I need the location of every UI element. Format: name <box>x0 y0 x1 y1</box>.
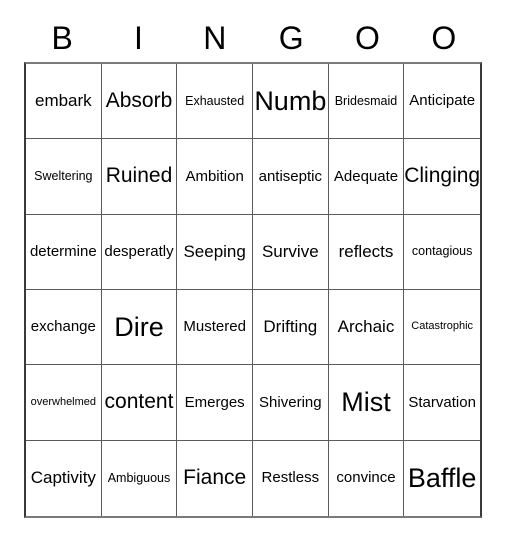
bingo-cell[interactable]: reflects <box>328 214 405 290</box>
bingo-cell-label: Restless <box>261 469 320 487</box>
bingo-cell[interactable]: convince <box>328 440 405 516</box>
bingo-cell[interactable]: content <box>101 365 178 441</box>
bingo-header-letter-1: B <box>51 20 73 56</box>
bingo-cell-label: Dire <box>114 311 164 342</box>
bingo-cell[interactable]: Mist <box>328 365 405 441</box>
bingo-cell-label: Survive <box>261 241 319 261</box>
bingo-cell-label: overwhelmed <box>30 395 97 408</box>
bingo-cell-label: Clinging <box>404 164 480 188</box>
bingo-cell-label: Fiance <box>183 466 247 490</box>
bingo-cell[interactable]: antiseptic <box>252 139 329 215</box>
bingo-cell-label: Mustered <box>183 318 246 336</box>
bingo-cell[interactable]: Mustered <box>177 290 253 366</box>
bingo-cell[interactable]: Ambiguous <box>101 440 178 516</box>
bingo-cell-label: Starvation <box>408 393 476 411</box>
bingo-header-row: B I N G O O <box>24 16 482 60</box>
bingo-cell-label: Mist <box>341 387 391 418</box>
bingo-cell-label: antiseptic <box>258 167 322 185</box>
bingo-cell[interactable]: exchange <box>26 290 102 366</box>
bingo-cell-label: Shivering <box>259 393 322 411</box>
bingo-cell[interactable]: Ruined <box>101 139 178 215</box>
bingo-cell[interactable]: Catastrophic <box>404 290 480 366</box>
bingo-cell-label: Ambiguous <box>107 470 171 485</box>
bingo-cell-label: Bridesmaid <box>334 93 398 108</box>
bingo-cell-label: Emerges <box>184 393 245 411</box>
bingo-cell[interactable]: Baffle <box>404 440 480 516</box>
bingo-cell-label: determine <box>29 242 97 260</box>
bingo-cell-label: Captivity <box>30 468 96 488</box>
bingo-cell-label: convince <box>336 469 396 487</box>
bingo-cell[interactable]: Fiance <box>177 440 253 516</box>
bingo-cell[interactable]: Starvation <box>404 365 480 441</box>
bingo-cell-label: Seeping <box>183 241 246 261</box>
bingo-cell-label: Adequate <box>333 167 399 185</box>
bingo-cell-label: exchange <box>30 318 96 336</box>
bingo-cell-label: Absorb <box>105 89 173 113</box>
bingo-cell[interactable]: overwhelmed <box>26 365 102 441</box>
bingo-cell-label: content <box>104 390 174 414</box>
bingo-cell[interactable]: desperatly <box>101 214 178 290</box>
bingo-cell[interactable]: Absorb <box>101 64 178 140</box>
bingo-cell-label: Catastrophic <box>411 320 474 333</box>
bingo-cell-label: contagious <box>411 244 473 259</box>
bingo-cell-label: desperatly <box>104 242 174 260</box>
bingo-cell-label: embark <box>34 91 92 111</box>
bingo-cell-label: Exhausted <box>185 93 245 108</box>
bingo-cell[interactable]: Emerges <box>177 365 253 441</box>
bingo-cell[interactable]: Ambition <box>177 139 253 215</box>
bingo-grid: embark Absorb Exhausted Numb Bridesmaid … <box>24 62 482 518</box>
bingo-cell[interactable]: contagious <box>404 214 480 290</box>
bingo-card: B I N G O O embark Absorb Exhausted Numb… <box>0 0 506 544</box>
bingo-header-letter-5: O <box>355 20 380 56</box>
bingo-cell-label: Ruined <box>105 164 173 188</box>
bingo-cell-label: Drifting <box>263 317 318 337</box>
bingo-cell[interactable]: Numb <box>252 64 329 140</box>
bingo-header-letter-6: O <box>431 20 457 56</box>
bingo-cell[interactable]: determine <box>26 214 102 290</box>
bingo-cell[interactable]: embark <box>26 64 102 140</box>
bingo-cell-label: Archaic <box>337 317 395 337</box>
bingo-cell[interactable]: Dire <box>101 290 178 366</box>
bingo-cell-label: reflects <box>338 241 394 261</box>
bingo-cell[interactable]: Seeping <box>177 214 253 290</box>
bingo-cell-label: Ambition <box>185 167 244 185</box>
bingo-header-letter-4: G <box>278 20 304 56</box>
bingo-cell-label: Numb <box>254 85 327 116</box>
bingo-cell-label: Baffle <box>407 463 477 494</box>
bingo-cell[interactable]: Sweltering <box>26 139 102 215</box>
bingo-cell[interactable]: Drifting <box>252 290 329 366</box>
bingo-cell-label: Anticipate <box>409 92 476 110</box>
bingo-cell[interactable]: Bridesmaid <box>328 64 405 140</box>
bingo-cell[interactable]: Survive <box>252 214 329 290</box>
bingo-cell[interactable]: Adequate <box>328 139 405 215</box>
bingo-cell[interactable]: Restless <box>252 440 329 516</box>
bingo-cell[interactable]: Exhausted <box>177 64 253 140</box>
bingo-header-letter-3: N <box>203 20 227 56</box>
bingo-cell[interactable]: Clinging <box>404 139 480 215</box>
bingo-cell[interactable]: Shivering <box>252 365 329 441</box>
bingo-header-letter-2: I <box>134 20 143 56</box>
bingo-cell[interactable]: Captivity <box>26 440 102 516</box>
bingo-cell-label: Sweltering <box>34 168 93 183</box>
bingo-cell[interactable]: Anticipate <box>404 64 480 140</box>
bingo-cell[interactable]: Archaic <box>328 290 405 366</box>
